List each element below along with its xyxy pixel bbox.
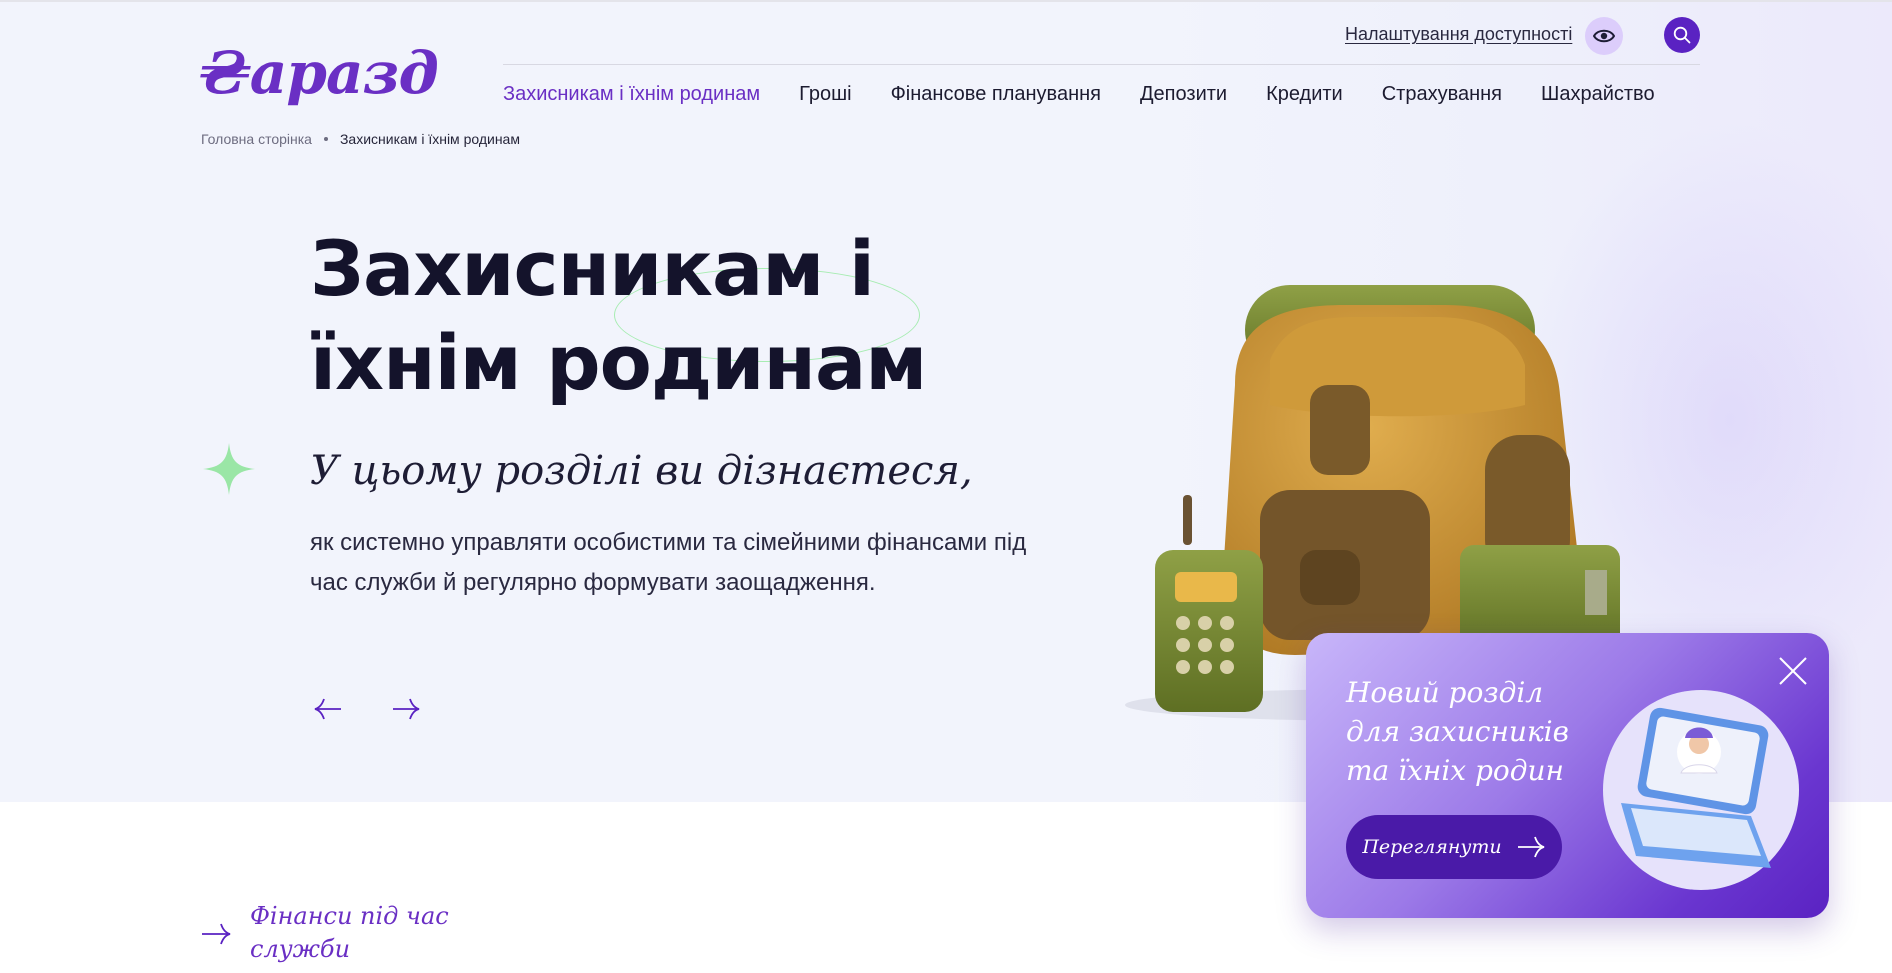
hero-description: як системно управляти особистими та сіме…	[310, 529, 1027, 596]
hero-subtitle: У цьому розділі ви дізнаєтеся,	[310, 448, 973, 494]
sparkle-icon	[203, 443, 255, 495]
laptop-illustration	[1603, 690, 1799, 890]
nav-item-fraud[interactable]: Шахрайство	[1541, 80, 1655, 108]
site-logo[interactable]: ₴аразд	[200, 44, 439, 102]
accessibility-eye-button[interactable]	[1585, 17, 1623, 55]
page-title: Захисникам і їхнім родинам	[310, 224, 927, 407]
eye-icon	[1593, 29, 1615, 43]
promo-button-label: Переглянути	[1362, 836, 1502, 858]
breadcrumb: Головна сторінка Захисникам і їхнім роди…	[201, 131, 520, 147]
arrow-right-icon	[393, 698, 420, 720]
accessibility-settings-link[interactable]: Налаштування доступності	[1345, 24, 1572, 45]
nav-item-deposits[interactable]: Депозити	[1140, 80, 1227, 108]
promo-title: Новий розділ для захисників та їхніх род…	[1346, 676, 1569, 787]
nav-item-credits[interactable]: Кредити	[1266, 80, 1343, 108]
search-button[interactable]	[1664, 17, 1700, 53]
breadcrumb-current: Захисникам і їхнім родинам	[339, 131, 520, 147]
section-link-finances-during-service[interactable]: Фінанси під час служби	[200, 900, 450, 966]
carousel-next-button[interactable]	[386, 694, 426, 724]
section-link-label: Фінанси під час служби	[250, 902, 449, 963]
nav-item-money[interactable]: Гроші	[799, 80, 851, 108]
nav-item-defenders[interactable]: Захисникам і їхнім родинам	[503, 80, 760, 108]
nav-item-insurance[interactable]: Страхування	[1382, 80, 1502, 108]
arrow-left-icon	[314, 698, 341, 720]
promo-popup: Новий розділ для захисників та їхніх род…	[1306, 633, 1829, 918]
search-icon	[1673, 26, 1691, 44]
nav-divider	[503, 64, 1700, 65]
breadcrumb-home-link[interactable]: Головна сторінка	[201, 131, 312, 147]
promo-view-button[interactable]: Переглянути	[1346, 815, 1562, 879]
arrow-right-icon	[1517, 836, 1544, 858]
arrow-right-icon	[202, 923, 231, 945]
main-nav: Захисникам і їхнім родинам Гроші Фінансо…	[503, 80, 1655, 108]
nav-item-financial-planning[interactable]: Фінансове планування	[891, 80, 1101, 108]
breadcrumb-separator	[323, 137, 328, 141]
carousel-prev-button[interactable]	[308, 694, 348, 724]
